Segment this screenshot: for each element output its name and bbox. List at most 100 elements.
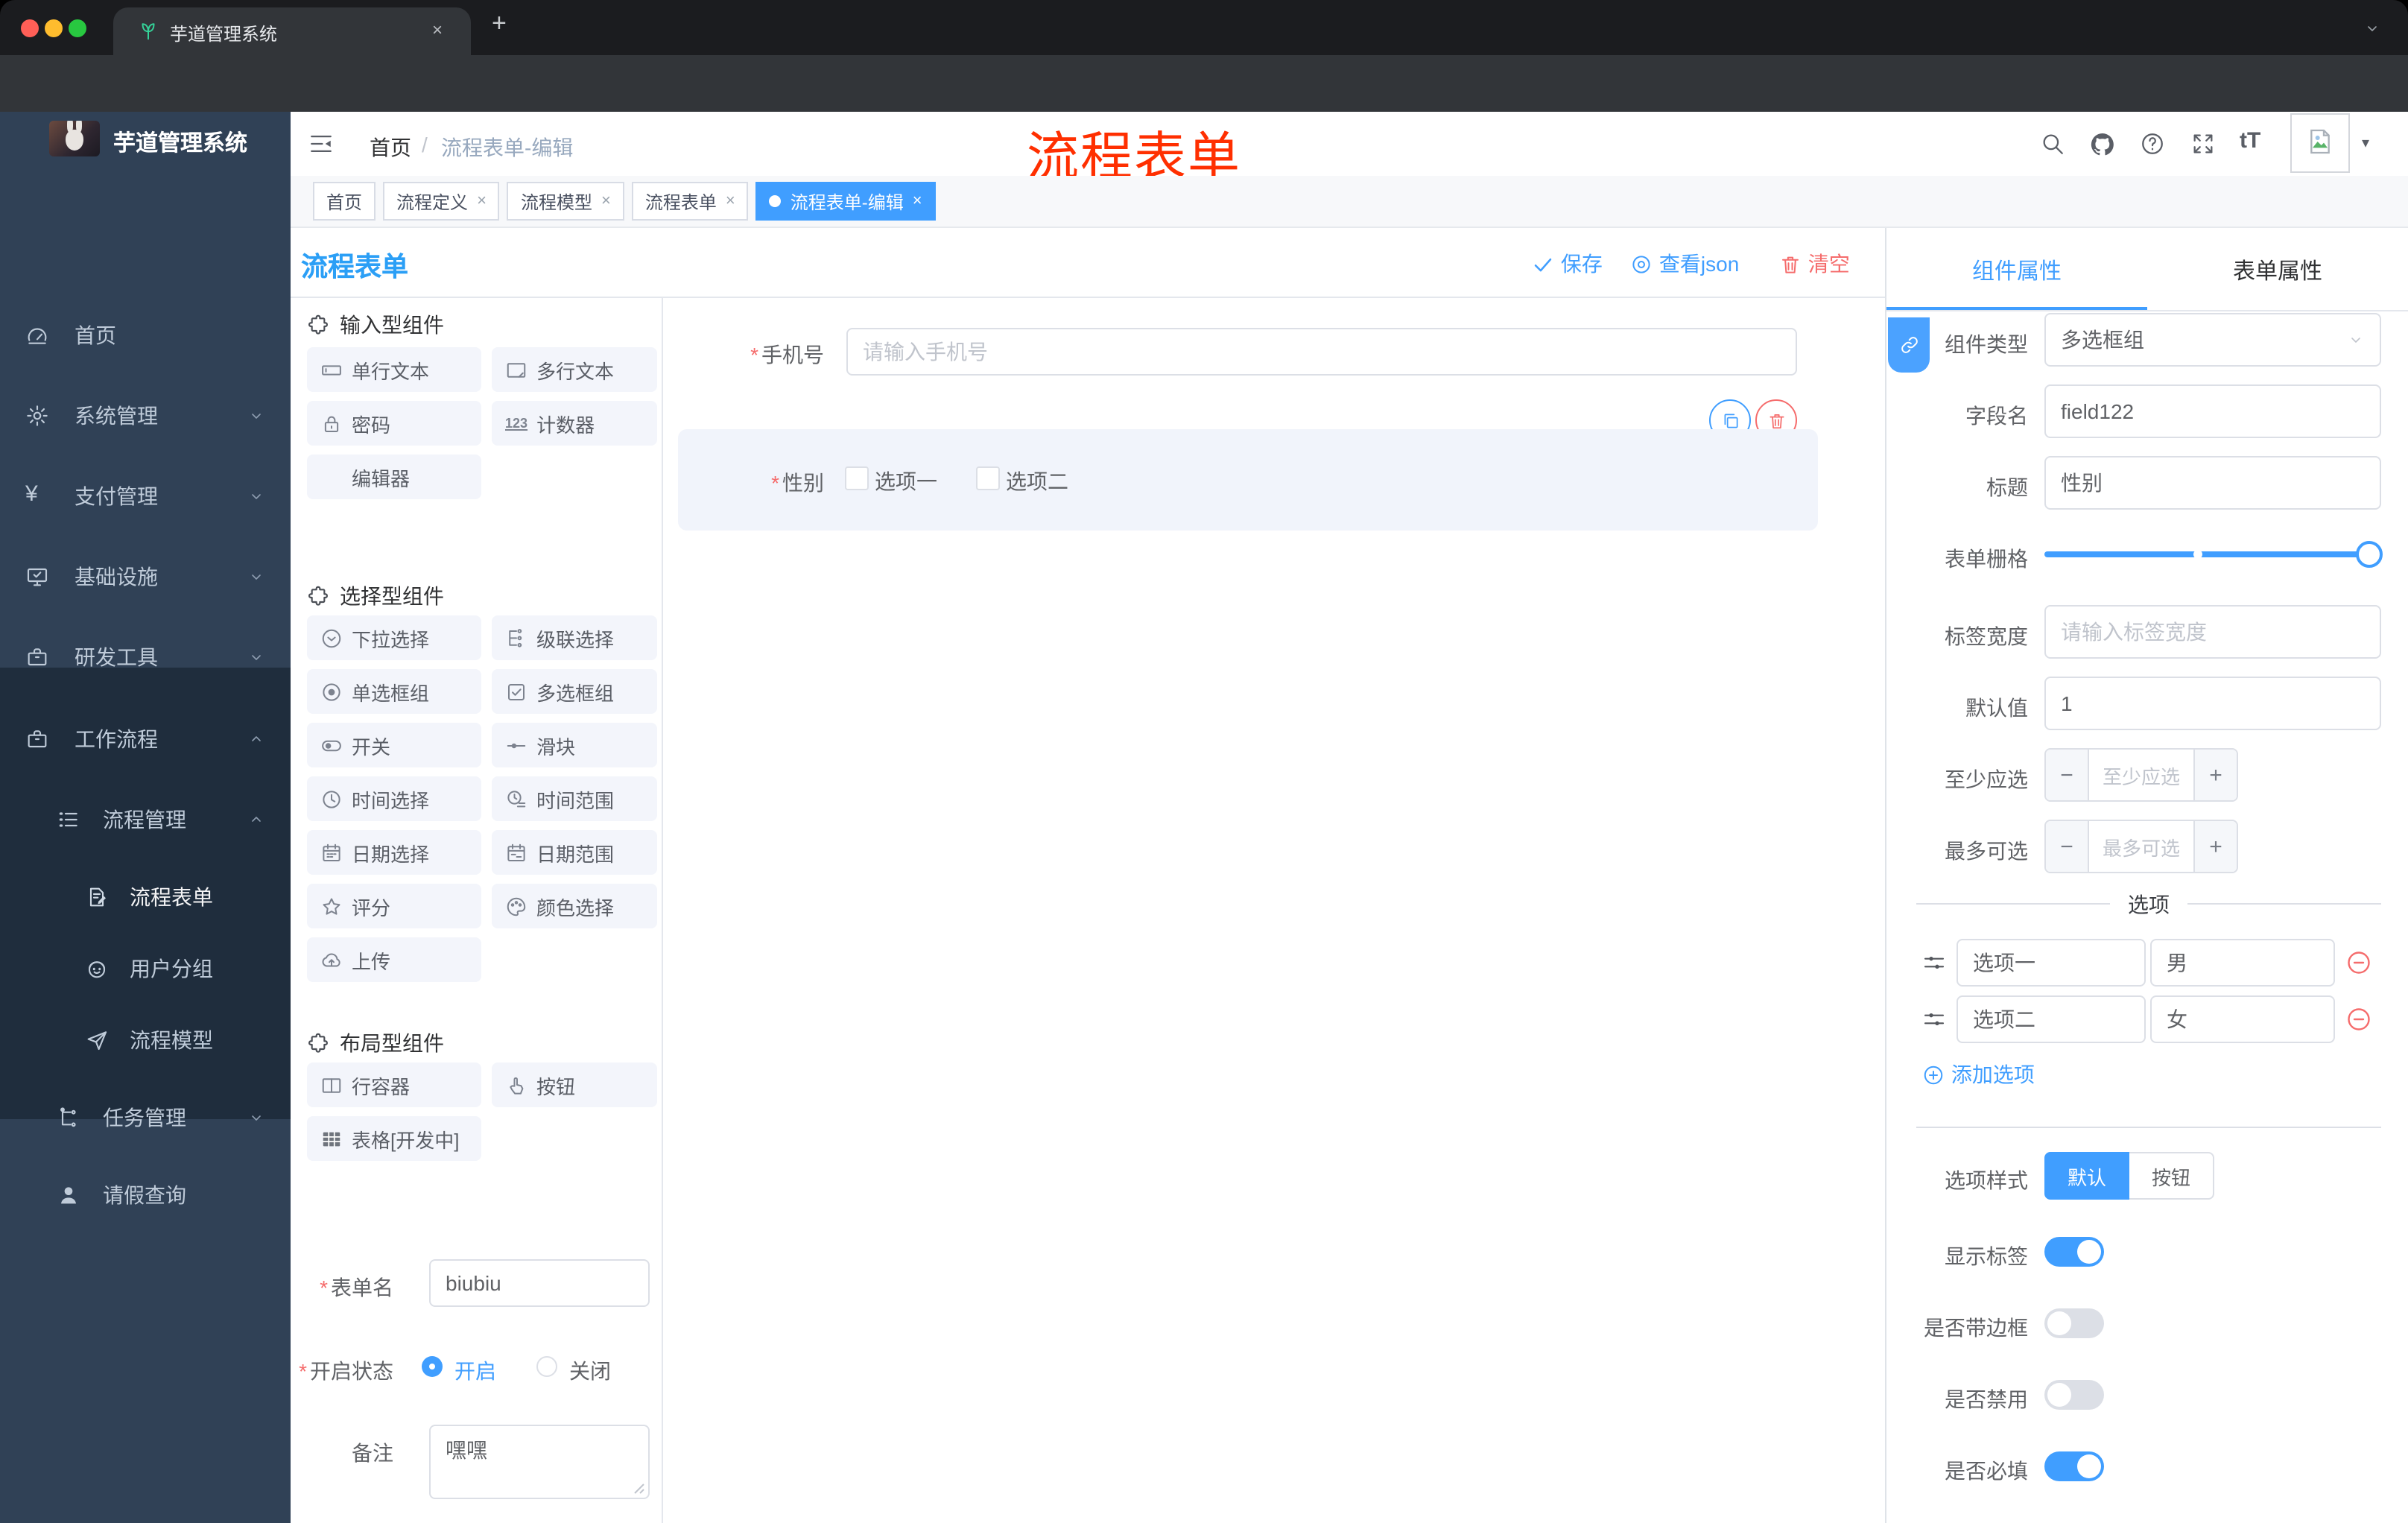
avatar[interactable] bbox=[2290, 113, 2350, 173]
component-type-select[interactable]: 多选框组 bbox=[2044, 313, 2381, 367]
sidebar-item-task-management[interactable]: 任务管理 bbox=[0, 1082, 291, 1153]
tab-close-icon[interactable]: × bbox=[432, 19, 443, 40]
option1-value-input[interactable] bbox=[2150, 939, 2335, 987]
avatar-caret-icon[interactable]: ▾ bbox=[2362, 136, 2369, 152]
gender-option2-label[interactable]: 选项二 bbox=[1006, 466, 1068, 496]
remove-option-icon[interactable] bbox=[2345, 949, 2372, 976]
sidebar-item-system[interactable]: 系统管理 bbox=[0, 380, 291, 452]
sidebar-item-leave-query[interactable]: 请假查询 bbox=[0, 1159, 291, 1231]
min-select-placeholder[interactable]: 至少应选 bbox=[2088, 750, 2195, 800]
palette-item-switch[interactable]: 开关 bbox=[307, 723, 481, 767]
option-drag-handle-icon[interactable] bbox=[1922, 951, 1946, 975]
page-tag-process-model[interactable]: 流程模型 × bbox=[507, 182, 624, 221]
palette-item-select[interactable]: 下拉选择 bbox=[307, 615, 481, 660]
form-grid-slider-track[interactable] bbox=[2044, 551, 2381, 557]
option2-label-input[interactable] bbox=[1956, 995, 2146, 1043]
palette-item-table[interactable]: 表格[开发中] bbox=[307, 1116, 481, 1161]
tab-list-chevron-icon[interactable] bbox=[2363, 19, 2381, 37]
tag-close-icon[interactable]: × bbox=[601, 192, 611, 210]
tag-close-icon[interactable]: × bbox=[726, 192, 735, 210]
palette-item-upload[interactable]: 上传 bbox=[307, 937, 481, 982]
palette-item-multi-line-text[interactable]: 多行文本 bbox=[492, 347, 657, 392]
tab-component-props[interactable]: 组件属性 bbox=[1886, 228, 2147, 313]
search-icon[interactable] bbox=[2040, 131, 2065, 156]
palette-item-row-container[interactable]: 行容器 bbox=[307, 1063, 481, 1107]
label-width-input[interactable] bbox=[2044, 605, 2381, 659]
option-drag-handle-icon[interactable] bbox=[1922, 1007, 1946, 1031]
page-tag-home[interactable]: 首页 bbox=[313, 182, 376, 221]
sidebar-item-workflow[interactable]: 工作流程 bbox=[0, 703, 291, 775]
window-close-button[interactable] bbox=[21, 19, 39, 37]
field-name-input[interactable] bbox=[2044, 384, 2381, 438]
stepper-decrease-button[interactable]: − bbox=[2046, 821, 2089, 872]
palette-item-button[interactable]: 按钮 bbox=[492, 1063, 657, 1107]
tag-close-icon[interactable]: × bbox=[477, 192, 487, 210]
gender-option1-checkbox[interactable] bbox=[845, 466, 869, 490]
sidebar-item-process-management[interactable]: 流程管理 bbox=[0, 784, 291, 855]
gender-option1-label[interactable]: 选项一 bbox=[875, 466, 937, 496]
palette-item-time-range[interactable]: 时间范围 bbox=[492, 776, 657, 821]
slider-handle[interactable] bbox=[2356, 541, 2383, 568]
sidebar-item-process-form[interactable]: 流程表单 bbox=[0, 861, 291, 933]
gender-option2-checkbox[interactable] bbox=[976, 466, 1000, 490]
palette-item-rate[interactable]: 评分 bbox=[307, 884, 481, 928]
radio-on-label[interactable]: 开启 bbox=[454, 1356, 496, 1386]
page-tag-process-form[interactable]: 流程表单 × bbox=[631, 182, 749, 221]
palette-item-cascader[interactable]: 级联选择 bbox=[492, 615, 657, 660]
palette-item-single-line-text[interactable]: 单行文本 bbox=[307, 347, 481, 392]
title-input[interactable] bbox=[2044, 456, 2381, 510]
fullscreen-icon[interactable] bbox=[2190, 131, 2216, 156]
breadcrumb-home[interactable]: 首页 bbox=[370, 133, 411, 162]
stepper-increase-button[interactable]: + bbox=[2193, 750, 2237, 800]
tag-close-icon[interactable]: × bbox=[913, 192, 922, 210]
radio-on-selected[interactable] bbox=[422, 1356, 443, 1377]
palette-item-password[interactable]: 密码 bbox=[307, 401, 481, 446]
textarea-resize-handle[interactable] bbox=[633, 1483, 645, 1495]
remove-option-icon[interactable] bbox=[2345, 1006, 2372, 1033]
option1-label-input[interactable] bbox=[1956, 939, 2146, 987]
show-label-switch[interactable] bbox=[2044, 1237, 2104, 1267]
palette-item-time-picker[interactable]: 时间选择 bbox=[307, 776, 481, 821]
view-json-button[interactable]: 查看json bbox=[1630, 249, 1739, 279]
sidebar-item-infrastructure[interactable]: 基础设施 bbox=[0, 541, 291, 612]
palette-item-counter[interactable]: 123 计数器 bbox=[492, 401, 657, 446]
palette-item-date-picker[interactable]: 日期选择 bbox=[307, 830, 481, 875]
max-select-placeholder[interactable]: 最多可选 bbox=[2088, 821, 2195, 872]
palette-item-checkbox-group[interactable]: 多选框组 bbox=[492, 669, 657, 714]
palette-item-radio-group[interactable]: 单选框组 bbox=[307, 669, 481, 714]
page-tag-process-form-edit[interactable]: 流程表单-编辑 × bbox=[755, 182, 936, 221]
save-button[interactable]: 保存 bbox=[1532, 249, 1603, 279]
sidebar-item-home[interactable]: 首页 bbox=[0, 300, 291, 371]
sidebar-item-dev-tools[interactable]: 研发工具 bbox=[0, 621, 291, 693]
window-zoom-button[interactable] bbox=[69, 19, 86, 37]
radio-off-label[interactable]: 关闭 bbox=[569, 1356, 611, 1386]
github-icon[interactable] bbox=[2089, 131, 2116, 158]
sidebar-item-payment[interactable]: ¥ 支付管理 bbox=[0, 460, 291, 532]
sidebar-item-process-model[interactable]: 流程模型 bbox=[0, 1004, 291, 1076]
default-value-input[interactable] bbox=[2044, 677, 2381, 730]
new-tab-button[interactable]: + bbox=[492, 9, 507, 39]
stepper-increase-button[interactable]: + bbox=[2193, 821, 2237, 872]
font-size-icon[interactable]: tT bbox=[2240, 128, 2260, 153]
palette-item-color-picker[interactable]: 颜色选择 bbox=[492, 884, 657, 928]
palette-item-slider[interactable]: 滑块 bbox=[492, 723, 657, 767]
browser-tab[interactable]: 芋道管理系统 × bbox=[113, 7, 471, 55]
page-tag-process-definition[interactable]: 流程定义 × bbox=[383, 182, 500, 221]
option-style-default-button[interactable]: 默认 bbox=[2044, 1152, 2129, 1200]
palette-item-editor[interactable]: 编辑器 bbox=[307, 455, 481, 499]
required-switch[interactable] bbox=[2044, 1451, 2104, 1481]
form-name-input[interactable] bbox=[429, 1259, 650, 1307]
add-option-button[interactable]: 添加选项 bbox=[1922, 1060, 2035, 1089]
remark-textarea[interactable]: 嘿嘿 bbox=[429, 1425, 650, 1499]
option2-value-input[interactable] bbox=[2150, 995, 2335, 1043]
phone-input[interactable] bbox=[846, 328, 1797, 376]
option-style-button-button[interactable]: 按钮 bbox=[2129, 1152, 2214, 1200]
clear-button[interactable]: 清空 bbox=[1779, 249, 1850, 279]
menu-fold-icon[interactable] bbox=[308, 131, 334, 156]
stepper-decrease-button[interactable]: − bbox=[2046, 750, 2089, 800]
disabled-switch[interactable] bbox=[2044, 1380, 2104, 1410]
window-minimize-button[interactable] bbox=[45, 19, 63, 37]
tab-form-props[interactable]: 表单属性 bbox=[2147, 228, 2408, 313]
sidebar-item-user-groups[interactable]: 用户分组 bbox=[0, 933, 291, 1004]
radio-off-unselected[interactable] bbox=[536, 1356, 557, 1377]
